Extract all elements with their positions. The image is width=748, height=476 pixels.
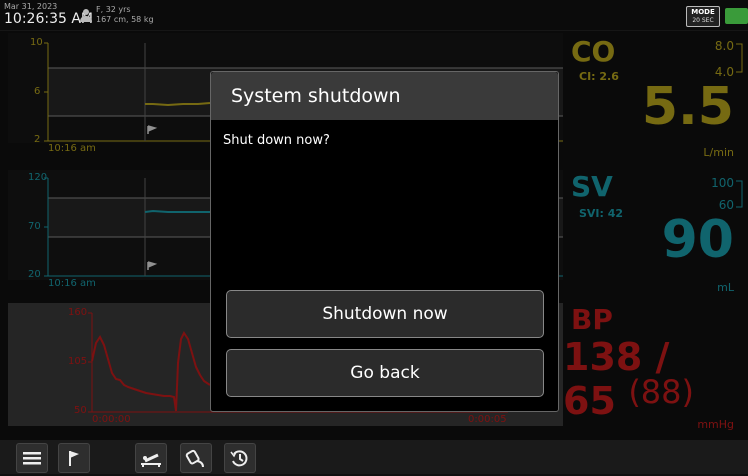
flag-icon — [69, 451, 79, 466]
history-icon — [230, 450, 248, 467]
mode-value: 20 SEC — [692, 17, 714, 24]
sensor-button[interactable] — [180, 443, 212, 473]
sensor-icon — [185, 449, 204, 468]
dialog-title: System shutdown — [231, 85, 401, 107]
patient-measurements: 167 cm, 58 kg — [96, 15, 154, 24]
dialog-header: System shutdown — [211, 72, 558, 120]
history-button[interactable] — [224, 443, 256, 473]
flag-button[interactable] — [58, 443, 90, 473]
patient-bed-icon — [141, 453, 161, 467]
go-back-button[interactable]: Go back — [226, 349, 544, 397]
shutdown-now-button[interactable]: Shutdown now — [226, 290, 544, 338]
patient-icon — [80, 9, 92, 22]
menu-icon — [23, 452, 41, 465]
menu-button[interactable] — [16, 443, 48, 473]
current-date: Mar 31, 2023 — [4, 2, 58, 11]
status-bar: Mar 31, 2023 10:26:35 AM F, 32 yrs 167 c… — [0, 0, 748, 31]
dialog-message: Shut down now? — [223, 133, 330, 148]
mode-label: MODE — [691, 8, 715, 16]
bottom-toolbar — [0, 440, 748, 474]
patient-position-button[interactable] — [135, 443, 167, 473]
patient-demographics: F, 32 yrs — [96, 5, 131, 14]
battery-icon — [725, 8, 748, 24]
mode-button[interactable]: MODE 20 SEC — [686, 6, 720, 27]
shutdown-dialog: System shutdown Shut down now? Shutdown … — [210, 71, 559, 412]
